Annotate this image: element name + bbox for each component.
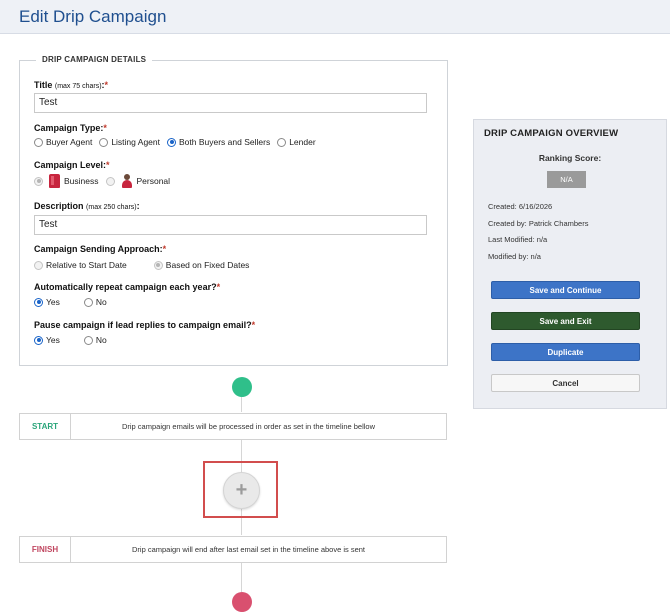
business-icon	[49, 174, 60, 188]
radio-icon[interactable]	[99, 137, 109, 147]
page-title: Edit Drip Campaign	[19, 7, 167, 26]
section-legend: DRIP CAMPAIGN DETAILS	[36, 55, 153, 64]
save-and-exit-button[interactable]: Save and Exit	[491, 312, 640, 330]
duplicate-button[interactable]: Duplicate	[491, 343, 640, 361]
option-label: Relative to Start Date	[46, 260, 127, 270]
pause-on-reply-label: Pause campaign if lead replies to campai…	[34, 320, 255, 330]
page-header: Edit Drip Campaign	[0, 0, 670, 34]
required-marker: *	[104, 80, 109, 90]
timeline-finish-bar: FINISH Drip campaign will end after last…	[19, 536, 447, 563]
option-label: Based on Fixed Dates	[165, 260, 250, 270]
finish-tag: FINISH	[20, 537, 71, 562]
pause-on-reply-yes[interactable]: Yes	[34, 335, 60, 345]
option-label: Yes	[46, 335, 60, 345]
overview-title: DRIP CAMPAIGN OVERVIEW	[484, 128, 619, 139]
repeat-yearly-yes[interactable]: Yes	[34, 297, 60, 307]
campaign-type-buyer-agent[interactable]: Buyer Agent	[34, 137, 92, 147]
required-marker: *	[216, 282, 221, 292]
add-step-button[interactable]: +	[223, 472, 260, 509]
description-hint: (max 250 chars)	[86, 204, 137, 211]
description-suffix: :	[136, 201, 140, 211]
radio-selected-icon[interactable]	[167, 137, 176, 147]
timeline-start-bar: START Drip campaign emails will be proce…	[19, 413, 447, 440]
description-label: Description (max 250 chars):	[34, 201, 140, 211]
cancel-button[interactable]: Cancel	[491, 374, 640, 392]
campaign-type-label: Campaign Type:*	[34, 123, 107, 133]
option-label: No	[95, 297, 107, 307]
pause-on-reply-no[interactable]: No	[83, 335, 107, 345]
title-label-text: Title	[34, 80, 53, 90]
required-marker: *	[106, 160, 110, 170]
drip-campaign-details-section: DRIP CAMPAIGN DETAILS Title (max 75 char…	[19, 55, 448, 366]
campaign-type-lender[interactable]: Lender	[277, 137, 316, 147]
option-label: Buyer Agent	[46, 137, 93, 147]
title-label: Title (max 75 chars):*	[34, 80, 108, 90]
repeat-yearly-options: Yes No	[34, 297, 114, 307]
radio-selected-icon[interactable]	[34, 297, 43, 307]
pause-on-reply-options: Yes No	[34, 335, 114, 345]
description-input[interactable]: Test	[34, 215, 427, 235]
campaign-type-listing-agent[interactable]: Listing Agent	[99, 137, 160, 147]
repeat-yearly-no[interactable]: No	[83, 297, 107, 307]
modified-by: Modified by: n/a	[488, 252, 541, 261]
timeline-connector	[241, 563, 242, 592]
campaign-type-both[interactable]: Both Buyers and Sellers	[167, 137, 270, 147]
option-label: Both Buyers and Sellers	[179, 137, 271, 147]
option-label: Business	[64, 176, 99, 186]
sending-fixed-dates[interactable]: Based on Fixed Dates	[153, 260, 250, 270]
option-label: Yes	[46, 297, 60, 307]
campaign-level-label: Campaign Level:*	[34, 160, 110, 170]
repeat-yearly-label: Automatically repeat campaign each year?…	[34, 282, 220, 292]
finish-message: Drip campaign will end after last email …	[131, 545, 366, 554]
created-date: Created: 6/16/2026	[488, 202, 553, 211]
option-label: Personal	[136, 176, 171, 186]
sending-approach-options: Relative to Start Date Based on Fixed Da…	[34, 260, 256, 270]
person-icon	[121, 174, 133, 188]
campaign-type-label-text: Campaign Type:	[34, 123, 104, 133]
option-label: No	[95, 335, 107, 345]
start-tag: START	[20, 414, 71, 439]
start-message: Drip campaign emails will be processed i…	[121, 422, 376, 431]
radio-selected-icon[interactable]	[34, 335, 43, 345]
campaign-level-business[interactable]: Business	[34, 174, 99, 188]
radio-icon[interactable]	[34, 137, 43, 147]
sending-approach-label-text: Campaign Sending Approach:	[34, 244, 163, 254]
pause-on-reply-label-text: Pause campaign if lead replies to campai…	[34, 320, 252, 330]
required-marker: *	[103, 123, 107, 133]
required-marker: *	[162, 244, 167, 254]
option-label: Listing Agent	[111, 137, 160, 147]
timeline-connector	[241, 397, 242, 412]
campaign-level-label-text: Campaign Level:	[34, 160, 107, 170]
radio-icon[interactable]	[34, 260, 43, 270]
radio-selected-icon[interactable]	[153, 260, 163, 270]
campaign-type-options: Buyer Agent Listing Agent Both Buyers an…	[34, 137, 323, 147]
ranking-score-label: Ranking Score:	[538, 153, 602, 163]
ranking-score-badge: N/A	[547, 171, 586, 188]
created-by: Created by: Patrick Chambers	[488, 219, 589, 228]
sending-approach-label: Campaign Sending Approach:*	[34, 244, 166, 254]
title-input[interactable]: Test	[34, 93, 427, 113]
radio-icon[interactable]	[105, 176, 115, 186]
sending-relative-start-date[interactable]: Relative to Start Date	[34, 260, 127, 270]
description-label-text: Description	[34, 201, 84, 211]
radio-icon[interactable]	[83, 335, 93, 345]
radio-icon[interactable]	[83, 297, 93, 307]
required-marker: *	[251, 320, 256, 330]
title-hint: (max 75 chars)	[54, 83, 102, 90]
radio-selected-icon[interactable]	[34, 176, 43, 186]
save-and-continue-button[interactable]: Save and Continue	[491, 281, 640, 299]
drip-campaign-overview-panel: DRIP CAMPAIGN OVERVIEW Ranking Score: N/…	[473, 119, 667, 409]
campaign-level-personal[interactable]: Personal	[105, 174, 171, 188]
campaign-level-options: Business Personal	[34, 174, 177, 188]
timeline-start-dot	[232, 377, 252, 397]
repeat-yearly-label-text: Automatically repeat campaign each year?	[34, 282, 217, 292]
radio-icon[interactable]	[277, 137, 287, 147]
last-modified: Last Modified: n/a	[488, 235, 548, 244]
option-label: Lender	[289, 137, 316, 147]
timeline-finish-dot	[232, 592, 252, 612]
